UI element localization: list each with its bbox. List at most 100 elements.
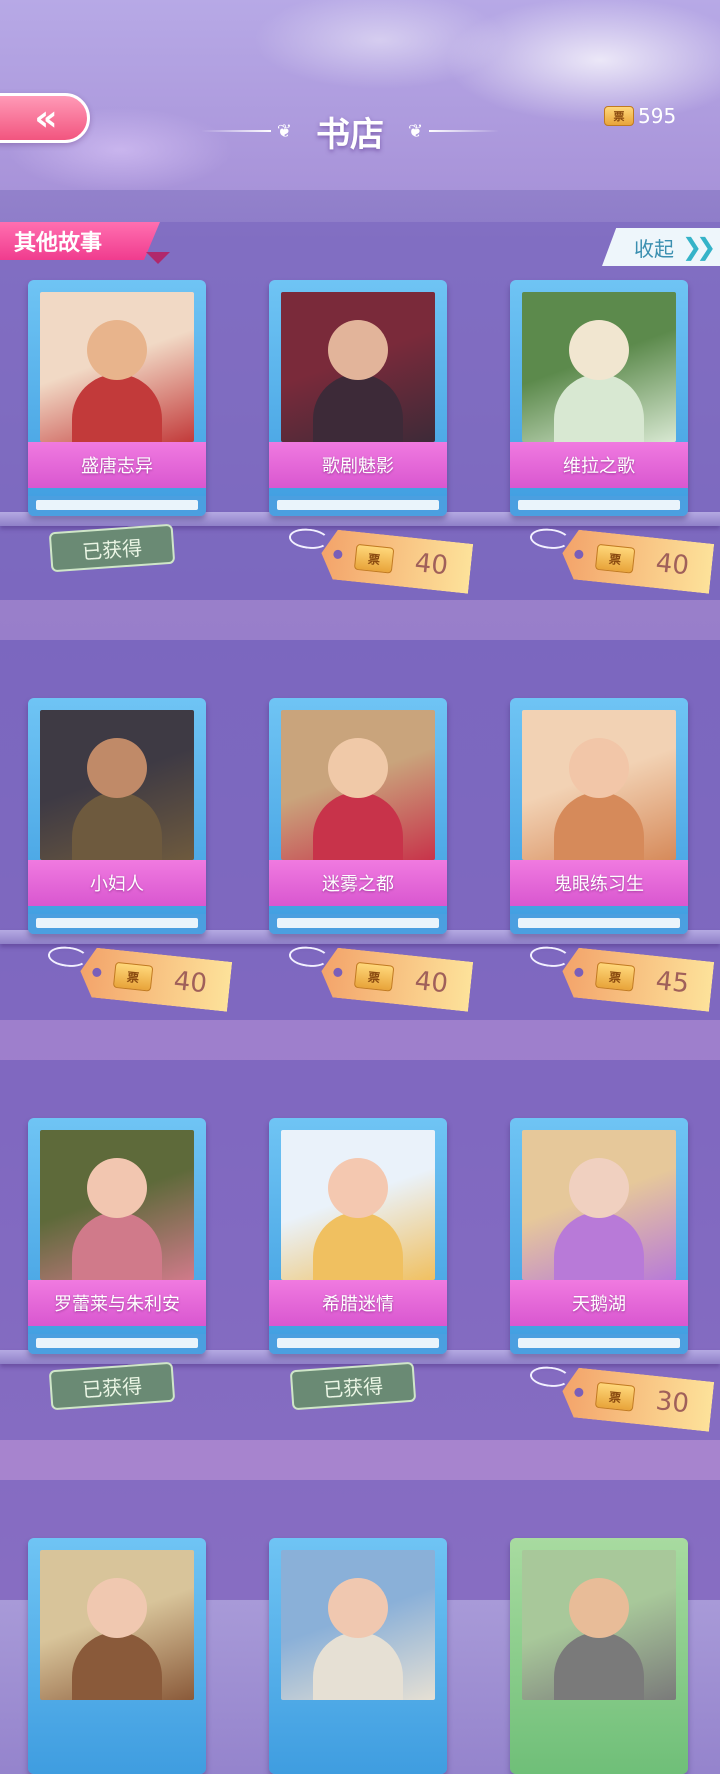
book-card-base <box>269 914 447 934</box>
book-cover-art <box>40 292 194 442</box>
book-cover-art <box>281 1550 435 1700</box>
cover-figure-face <box>569 320 629 380</box>
swirl-ornament-left-icon: ❦ <box>276 120 292 142</box>
ticket-balance-value: 595 <box>638 104 677 128</box>
book-card[interactable]: 歌剧魅影 <box>269 280 447 516</box>
book-title: 歌剧魅影 <box>269 442 447 488</box>
book-cover-art <box>522 1130 676 1280</box>
double-chevron-right-icon: ❯❯ <box>682 233 716 261</box>
price-value: 45 <box>654 966 691 1000</box>
cover-figure-face <box>328 1578 388 1638</box>
book-title: 维拉之歌 <box>510 442 688 488</box>
price-value: 40 <box>654 548 691 582</box>
ticket-icon: 票 <box>595 962 636 992</box>
shelf-separator <box>0 1440 720 1480</box>
book-card[interactable]: 罗蕾莱与朱利安 <box>28 1118 206 1354</box>
cover-figure-body <box>313 792 403 860</box>
book-cover-art <box>40 710 194 860</box>
cover-figure-face <box>87 738 147 798</box>
ticket-icon: 票 <box>595 1382 636 1412</box>
book-cover-art <box>522 1550 676 1700</box>
cover-figure-body <box>72 374 162 442</box>
price-value: 40 <box>172 966 209 1000</box>
cover-figure-face <box>328 1158 388 1218</box>
section-tag-label: 其他故事 <box>14 231 103 256</box>
cover-figure-body <box>554 1632 644 1700</box>
price-tag-hole <box>574 549 584 559</box>
book-title: 迷雾之都 <box>269 860 447 906</box>
cover-figure-body <box>554 1212 644 1280</box>
cover-figure-face <box>87 320 147 380</box>
ticket-icon: 票 <box>354 544 395 574</box>
book-card[interactable]: 鬼眼练习生 <box>510 698 688 934</box>
book-card-base <box>28 496 206 516</box>
ticket-icon: 票 <box>113 962 154 992</box>
collapse-button[interactable]: 收起 ❯❯ <box>602 228 720 266</box>
cover-figure-face <box>87 1578 147 1638</box>
cover-figure-face <box>328 738 388 798</box>
book-title: 盛唐志异 <box>28 442 206 488</box>
cover-figure-body <box>72 1212 162 1280</box>
cover-figure-face <box>328 320 388 380</box>
book-cover-art <box>281 292 435 442</box>
book-cover-art <box>281 1130 435 1280</box>
cover-figure-body <box>313 374 403 442</box>
price-value: 30 <box>654 1386 691 1420</box>
cover-figure-body <box>313 1632 403 1700</box>
book-card-base <box>269 1334 447 1354</box>
book-title: 小妇人 <box>28 860 206 906</box>
price-tag-hole <box>574 967 584 977</box>
cover-figure-face <box>569 1158 629 1218</box>
ticket-icon: 票 <box>595 544 636 574</box>
book-card[interactable]: 迷雾之都 <box>269 698 447 934</box>
book-cover-art <box>522 710 676 860</box>
cover-figure-face <box>569 1578 629 1638</box>
ticket-icon: 票 <box>354 962 395 992</box>
price-tag-hole <box>574 1387 584 1397</box>
book-card-base <box>28 914 206 934</box>
ticket-balance: 票 595 <box>604 104 676 128</box>
cover-figure-body <box>72 792 162 860</box>
collapse-label: 收起 <box>634 236 674 261</box>
book-card-base <box>510 1334 688 1354</box>
book-card[interactable]: 盛唐志异 <box>28 280 206 516</box>
cover-figure-face <box>569 738 629 798</box>
book-title: 希腊迷情 <box>269 1280 447 1326</box>
book-title: 天鹅湖 <box>510 1280 688 1326</box>
section-tag: 其他故事 <box>0 222 160 260</box>
shelf-separator <box>0 600 720 640</box>
book-card-base <box>269 496 447 516</box>
price-tag-hole <box>92 967 102 977</box>
price-tag-hole <box>333 549 343 559</box>
book-card[interactable]: 希腊迷情 <box>269 1118 447 1354</box>
book-card[interactable]: 天鹅湖 <box>510 1118 688 1354</box>
book-card[interactable] <box>510 1538 688 1774</box>
back-arrow-icon: « <box>34 97 57 139</box>
book-card-base <box>28 1334 206 1354</box>
book-cover-art <box>40 1130 194 1280</box>
book-card[interactable]: 维拉之歌 <box>510 280 688 516</box>
book-card-base <box>510 914 688 934</box>
cover-figure-body <box>554 792 644 860</box>
cover-figure-body <box>72 1632 162 1700</box>
sky-background <box>0 0 720 190</box>
book-card[interactable] <box>269 1538 447 1774</box>
book-cover-art <box>281 710 435 860</box>
swirl-ornament-right-icon: ❦ <box>408 120 424 142</box>
ticket-icon: 票 <box>604 106 634 126</box>
book-cover-art <box>40 1550 194 1700</box>
book-title: 罗蕾莱与朱利安 <box>28 1280 206 1326</box>
shelf-separator <box>0 1020 720 1060</box>
book-card[interactable] <box>28 1538 206 1774</box>
cover-figure-face <box>87 1158 147 1218</box>
book-title: 鬼眼练习生 <box>510 860 688 906</box>
book-cover-art <box>522 292 676 442</box>
title-ornament-right <box>429 130 500 132</box>
title-ornament-left <box>200 130 271 132</box>
book-card[interactable]: 小妇人 <box>28 698 206 934</box>
price-value: 40 <box>413 966 450 1000</box>
cover-figure-body <box>554 374 644 442</box>
back-button[interactable]: « <box>0 93 90 143</box>
price-tag-hole <box>333 967 343 977</box>
page-header: ❦ 书店 ❦ <box>180 108 520 155</box>
